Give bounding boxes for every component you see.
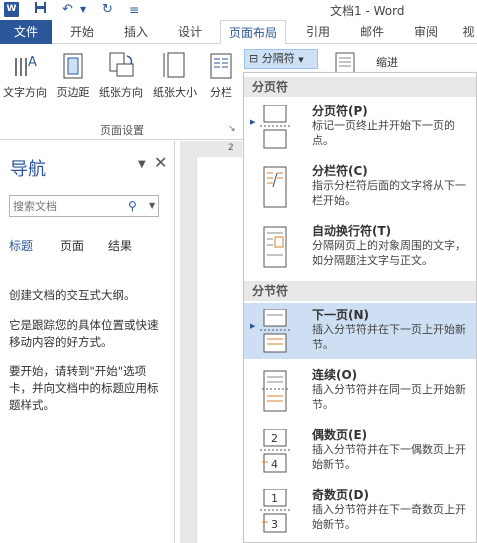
indent-label: 缩进: [376, 56, 398, 69]
column-break-icon: [258, 165, 292, 209]
columns-label: 分栏: [210, 86, 232, 99]
section-page-breaks: 分页符: [244, 77, 476, 97]
continuous-icon: [258, 369, 292, 413]
menu-item-column-break[interactable]: 分栏符(C) 指示分栏符后面的文字将从下一栏开始。: [244, 159, 476, 215]
menu-item-title: 连续(O): [312, 368, 358, 382]
page-setup-group-label: 页面设置: [100, 124, 144, 137]
repeat-icon[interactable]: ↻: [102, 1, 113, 19]
menu-item-next-page[interactable]: ▶ 下一页(N) 插入分节符并在下一页上开始新节。: [244, 303, 476, 359]
search-icon[interactable]: ⚲: [128, 199, 137, 213]
horizontal-ruler: 2: [180, 141, 242, 157]
close-icon[interactable]: ✕: [154, 153, 167, 172]
menu-item-desc: 标记一页终止并开始下一页的点。: [312, 119, 455, 147]
svg-text:3: 3: [271, 518, 278, 531]
menu-item-desc: 分隔网页上的对象周围的文字，如分隔题注文字与正文。: [312, 239, 466, 267]
breaks-button[interactable]: ⊟ 分隔符 ▼: [244, 49, 318, 69]
tab-page-layout[interactable]: 页面布局: [220, 20, 286, 45]
text-direction-icon: A: [11, 50, 39, 80]
page-break-icon: [258, 104, 292, 149]
menu-item-desc: 插入分节符并在下一偶数页上开始新节。: [312, 443, 466, 471]
size-icon: [161, 50, 189, 80]
undo-dropdown-icon[interactable]: ▼: [80, 1, 86, 19]
window-title: 文档1 - Word: [330, 4, 405, 18]
vertical-ruler: [180, 141, 196, 543]
odd-page-icon: 13: [258, 488, 292, 533]
search-box: ⚲ ▼: [9, 195, 159, 217]
even-page-icon: 24: [258, 428, 292, 473]
size-label: 纸张大小: [153, 86, 197, 99]
margins-label: 页边距: [56, 86, 90, 99]
columns-icon: [207, 50, 235, 80]
navigation-pane: 导航 ▼ ✕ ⚲ ▼ 标题 页面 结果 创建文档的交互式大纲。 它是跟踪您的具体…: [0, 141, 175, 543]
svg-text:1: 1: [271, 492, 278, 505]
nav-hint-1: 创建文档的交互式大纲。: [9, 288, 136, 302]
margins-button[interactable]: 页边距: [52, 50, 94, 100]
tab-file[interactable]: 文件: [0, 20, 52, 44]
breaks-label: 分隔符: [261, 52, 295, 65]
menu-item-title: 分栏符(C): [312, 164, 368, 178]
save-icon[interactable]: [34, 1, 47, 20]
nav-tab-pages[interactable]: 页面: [60, 237, 84, 254]
menu-item-text-wrapping[interactable]: 自动换行符(T) 分隔网页上的对象周围的文字，如分隔题注文字与正文。: [244, 219, 476, 275]
breaks-icon: ⊟: [249, 52, 259, 65]
pane-options-icon[interactable]: ▼: [138, 159, 146, 170]
undo-icon[interactable]: ↶: [62, 1, 73, 19]
orientation-button[interactable]: 纸张方向: [94, 50, 148, 100]
word-logo-icon: W: [4, 2, 19, 17]
text-wrapping-icon: [258, 225, 292, 269]
menu-item-desc: 指示分栏符后面的文字将从下一栏开始。: [312, 179, 466, 207]
svg-text:A: A: [28, 55, 37, 70]
dialog-launcher-icon[interactable]: ↘: [228, 124, 236, 134]
menu-item-odd-page[interactable]: 13 奇数页(D) 插入分节符并在下一奇数页上开始新节。: [244, 483, 476, 539]
breaks-menu: 分页符 ▶ 分页符(P) 标记一页终止并开始下一页的点。 分栏符(C) 指示分栏…: [243, 72, 477, 543]
menu-item-title: 偶数页(E): [312, 428, 368, 442]
svg-text:4: 4: [271, 458, 278, 471]
text-direction-button[interactable]: A 文字方向: [0, 50, 50, 100]
title-bar: W ↶ ▼ ↻ ≡ 文档1 - Word: [0, 0, 477, 20]
menu-item-desc: 插入分节符并在下一奇数页上开始新节。: [312, 503, 466, 531]
tab-mailings[interactable]: 邮件: [352, 20, 392, 44]
columns-button[interactable]: 分栏: [206, 50, 236, 100]
margins-icon: [59, 50, 87, 80]
section-section-breaks: 分节符: [244, 281, 476, 301]
tab-view[interactable]: 视: [460, 20, 477, 44]
tab-home[interactable]: 开始: [62, 20, 102, 44]
menu-item-continuous[interactable]: 连续(O) 插入分节符并在同一页上开始新节。: [244, 363, 476, 419]
menu-item-even-page[interactable]: 24 偶数页(E) 插入分节符并在下一偶数页上开始新节。: [244, 423, 476, 479]
tab-references[interactable]: 引用: [298, 20, 338, 44]
orientation-label: 纸张方向: [99, 86, 143, 99]
menu-item-title: 下一页(N): [312, 308, 370, 322]
tab-review[interactable]: 审阅: [406, 20, 446, 44]
menu-item-page-break[interactable]: ▶ 分页符(P) 标记一页终止并开始下一页的点。: [244, 99, 476, 155]
menu-item-title: 奇数页(D): [312, 488, 369, 502]
nav-tab-results[interactable]: 结果: [108, 237, 132, 254]
nav-hint-3: 要开始，请转到"开始"选项卡，并向文档中的标题应用标题样式。: [9, 364, 159, 412]
nav-title: 导航: [10, 159, 46, 180]
menu-item-desc: 插入分节符并在同一页上开始新节。: [312, 383, 466, 411]
menu-item-title: 自动换行符(T): [312, 224, 392, 238]
tab-design[interactable]: 设计: [170, 20, 210, 44]
nav-hint-2: 它是跟踪您的具体位置或快速移动内容的好方式。: [9, 318, 159, 349]
ruler-mark: 2: [228, 143, 234, 153]
menu-item-title: 分页符(P): [312, 104, 368, 118]
chevron-down-icon: ▼: [298, 56, 304, 64]
search-dropdown-icon[interactable]: ▼: [149, 201, 155, 210]
text-direction-label: 文字方向: [3, 86, 47, 99]
indent-icon: [334, 52, 356, 74]
orientation-icon: [107, 50, 135, 80]
search-input[interactable]: [10, 196, 122, 216]
pointer-icon: ▶: [250, 118, 256, 126]
pointer-icon: ▶: [250, 322, 256, 330]
menu-item-desc: 插入分节符并在下一页上开始新节。: [312, 323, 466, 351]
ribbon-tabs: 文件 开始 插入 设计 页面布局 引用 邮件 审阅 视: [0, 20, 477, 45]
size-button[interactable]: 纸张大小: [148, 50, 202, 100]
customize-quick-access-icon[interactable]: ≡: [129, 1, 139, 19]
tab-insert[interactable]: 插入: [116, 20, 156, 44]
svg-text:2: 2: [271, 432, 278, 445]
nav-tab-headings[interactable]: 标题: [9, 237, 33, 254]
next-page-icon: [258, 308, 292, 353]
document-page[interactable]: [196, 157, 242, 543]
